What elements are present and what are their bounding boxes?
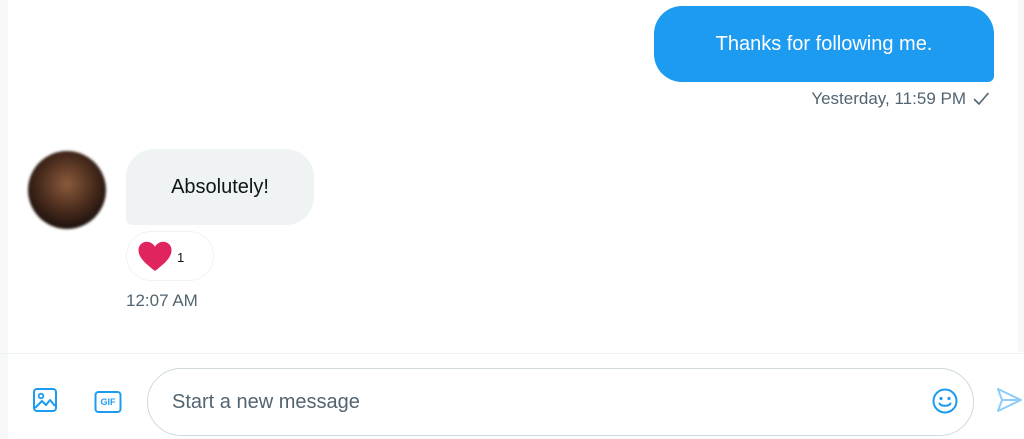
emoji-icon	[931, 387, 959, 420]
left-panel-edge	[0, 0, 8, 439]
gif-button[interactable]: GIF	[92, 386, 124, 418]
dm-conversation: Thanks for following me. Yesterday, 11:5…	[0, 0, 1024, 439]
image-icon	[31, 386, 59, 419]
media-button[interactable]	[29, 386, 61, 418]
composer-divider	[0, 353, 1024, 354]
sent-message-text: Thanks for following me.	[715, 32, 933, 55]
reaction-count: 1	[177, 250, 185, 265]
heart-icon	[137, 239, 173, 273]
emoji-button[interactable]	[931, 387, 959, 420]
sent-message-bubble[interactable]: Thanks for following me.	[654, 6, 994, 82]
received-message-timestamp: 12:07 AM	[126, 291, 198, 310]
send-icon	[994, 385, 1024, 420]
sent-message-meta: Yesterday, 11:59 PM	[811, 89, 990, 109]
received-message-bubble[interactable]: Absolutely!	[126, 149, 314, 225]
send-button[interactable]	[994, 386, 1024, 418]
sent-message-timestamp: Yesterday, 11:59 PM	[811, 89, 966, 108]
gif-icon: GIF	[94, 390, 122, 414]
message-input[interactable]	[172, 369, 912, 435]
check-icon	[972, 90, 990, 108]
avatar[interactable]	[28, 151, 106, 229]
message-composer[interactable]	[147, 368, 974, 436]
received-message-text: Absolutely!	[171, 175, 269, 198]
reaction-badge[interactable]: 1	[126, 231, 214, 281]
scrollbar-track[interactable]	[1018, 0, 1024, 352]
gif-label: GIF	[100, 397, 116, 407]
